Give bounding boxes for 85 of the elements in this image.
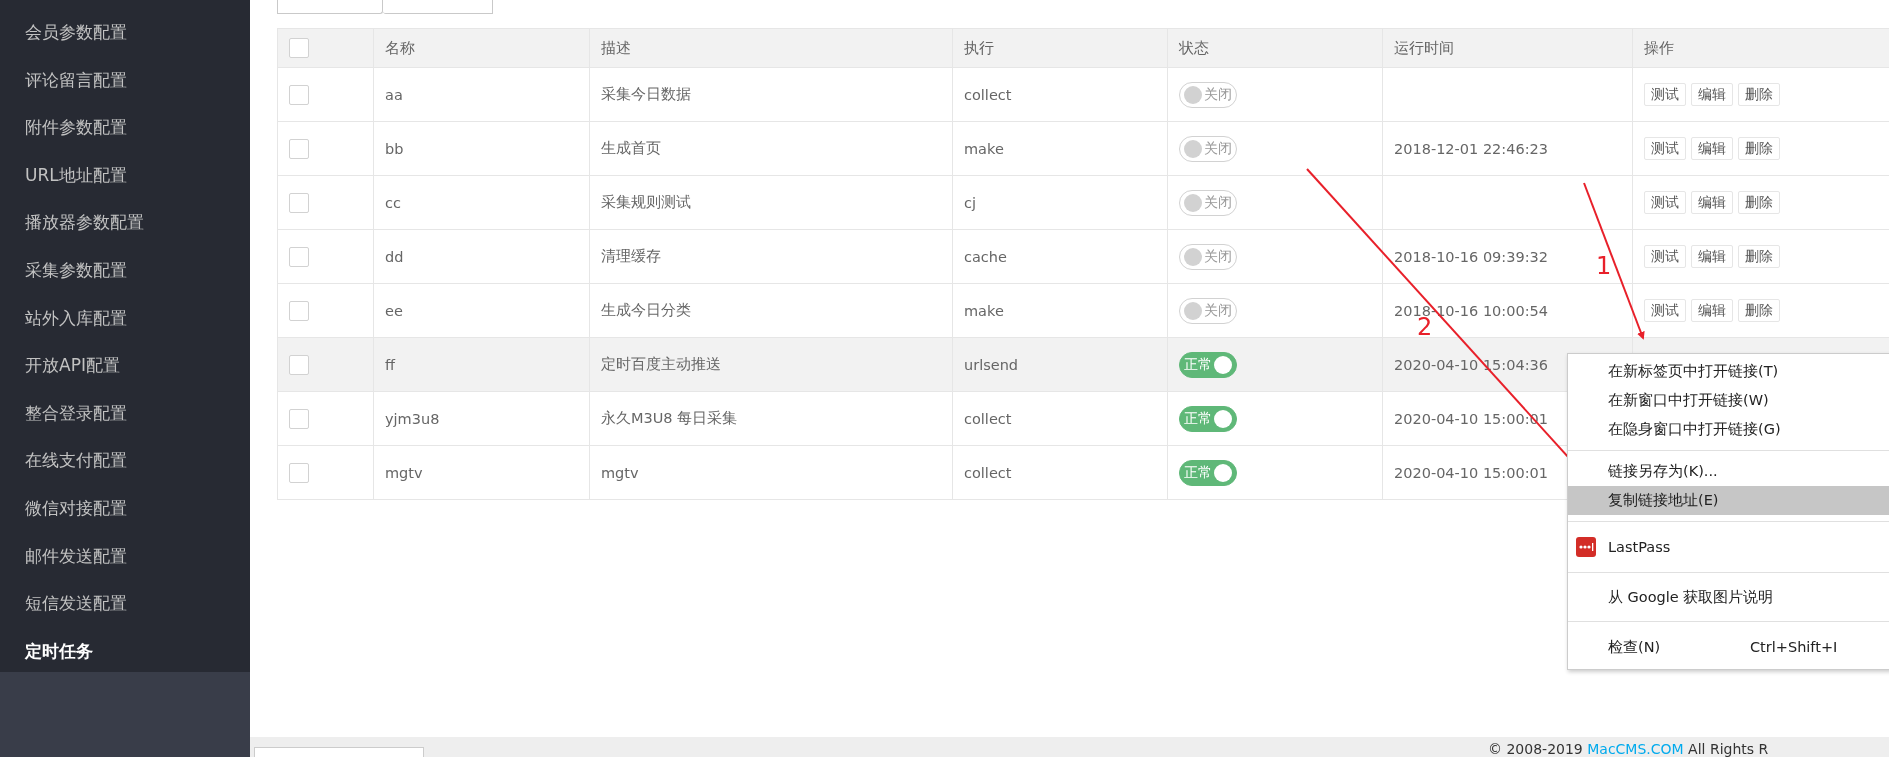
table-cell: mgtv xyxy=(601,464,639,481)
sidebar-item[interactable]: 采集参数配置 xyxy=(0,246,250,295)
menu-item[interactable]: 在新标签页中打开链接(T) xyxy=(1568,357,1889,386)
action-button[interactable]: 删除 xyxy=(1738,83,1780,106)
menu-item[interactable]: 检查(N) Ctrl+Shift+I xyxy=(1568,628,1889,666)
table-cell: 2018-12-01 22:46:23 xyxy=(1394,140,1548,157)
action-button[interactable]: 删除 xyxy=(1738,245,1780,268)
action-button[interactable]: 测试 xyxy=(1644,191,1686,214)
action-button[interactable]: 删除 xyxy=(1738,299,1780,322)
row-checkbox[interactable] xyxy=(289,462,309,483)
table-cell: 采集规则测试 xyxy=(601,193,691,212)
row-checkbox[interactable] xyxy=(289,246,309,267)
table-cell: cc xyxy=(385,194,401,211)
menu-item[interactable]: 链接另存为(K)... xyxy=(1568,457,1889,486)
action-button[interactable]: 测试 xyxy=(1644,83,1686,106)
table-cell: make xyxy=(964,302,1004,319)
sidebar-item[interactable]: 站外入库配置 xyxy=(0,294,250,343)
sidebar-item[interactable]: 开放API配置 xyxy=(0,342,250,390)
action-button[interactable]: 编辑 xyxy=(1691,137,1733,160)
sidebar-item[interactable]: 评论留言配置 xyxy=(0,56,250,105)
table-cell: bb xyxy=(385,140,404,157)
table-cell: ff xyxy=(385,356,395,373)
table-cell: 采集今日数据 xyxy=(601,85,691,104)
row-checkbox[interactable] xyxy=(289,138,309,159)
sidebar-item[interactable]: 定时任务 xyxy=(0,627,250,676)
action-button[interactable]: 测试 xyxy=(1644,299,1686,322)
row-checkbox[interactable] xyxy=(289,354,309,375)
sidebar-item[interactable]: 会员参数配置 xyxy=(0,9,250,57)
table-cell: 永久M3U8 每日采集 xyxy=(601,409,738,428)
sidebar-item[interactable]: 整合登录配置 xyxy=(0,389,250,438)
sidebar-item[interactable]: 邮件发送配置 xyxy=(0,532,250,581)
table-cell: 2020-04-10 15:00:01 xyxy=(1394,464,1548,481)
table-cell: 清理缓存 xyxy=(601,247,661,266)
action-button[interactable]: 删除 xyxy=(1738,191,1780,214)
column-header: 描述 xyxy=(601,38,631,58)
menu-item[interactable]: LastPass xyxy=(1568,528,1889,566)
table-cell: 2018-10-16 09:39:32 xyxy=(1394,248,1548,265)
table-cell: collect xyxy=(964,410,1012,427)
column-header: 状态 xyxy=(1179,38,1209,58)
action-button[interactable]: 编辑 xyxy=(1691,83,1733,106)
sidebar-item[interactable]: URL地址配置 xyxy=(0,151,250,200)
table-cell: collect xyxy=(964,464,1012,481)
table-cell: 生成首页 xyxy=(601,139,661,158)
table-cell: 生成今日分类 xyxy=(601,301,691,320)
sidebar-item[interactable]: 微信对接配置 xyxy=(0,484,250,533)
table-cell: urlsend xyxy=(964,356,1019,373)
annotation-number: 1 xyxy=(1596,252,1612,280)
menu-item[interactable]: 在隐身窗口中打开链接(G) xyxy=(1568,415,1889,444)
menu-item[interactable]: 复制链接地址(E) xyxy=(1568,486,1889,515)
column-header: 运行时间 xyxy=(1394,38,1454,58)
sidebar-item[interactable]: 在线支付配置 xyxy=(0,437,250,485)
sidebar-item[interactable]: 短信发送配置 xyxy=(0,580,250,628)
table-cell: yjm3u8 xyxy=(385,410,440,427)
action-button[interactable]: 测试 xyxy=(1644,245,1686,268)
table-cell: 2020-04-10 15:04:36 xyxy=(1394,356,1548,373)
column-header: 执行 xyxy=(964,38,994,58)
table-cell: 定时百度主动推送 xyxy=(601,355,721,374)
action-button[interactable]: 测试 xyxy=(1644,137,1686,160)
action-button[interactable]: 编辑 xyxy=(1691,191,1733,214)
row-checkbox[interactable] xyxy=(289,192,309,213)
table-cell: mgtv xyxy=(385,464,423,481)
table-cell: dd xyxy=(385,248,404,265)
row-checkbox[interactable] xyxy=(289,408,309,429)
menu-item[interactable]: 在新窗口中打开链接(W) xyxy=(1568,386,1889,415)
action-button[interactable]: 编辑 xyxy=(1691,299,1733,322)
table-cell: ee xyxy=(385,302,403,319)
copyright-text: © 2008-2019 MacCMS.COM All Rights R xyxy=(1488,741,1769,757)
toolbar-button[interactable] xyxy=(383,0,493,14)
table-cell: aa xyxy=(385,86,403,103)
sidebar-item[interactable]: 附件参数配置 xyxy=(0,104,250,152)
toolbar-button[interactable] xyxy=(277,0,383,14)
menu-item[interactable]: 从 Google 获取图片说明 xyxy=(1568,579,1889,615)
table-cell: cache xyxy=(964,248,1007,265)
table-cell: collect xyxy=(964,86,1012,103)
table-cell: make xyxy=(964,140,1004,157)
action-button[interactable]: 删除 xyxy=(1738,137,1780,160)
table-cell: cj xyxy=(964,194,976,211)
column-header: 名称 xyxy=(385,38,415,58)
sidebar-item[interactable]: 播放器参数配置 xyxy=(0,199,250,247)
lastpass-icon xyxy=(1576,537,1596,557)
select-all-checkbox[interactable] xyxy=(289,38,309,58)
column-header: 操作 xyxy=(1644,38,1674,58)
row-checkbox[interactable] xyxy=(289,84,309,105)
action-button[interactable]: 编辑 xyxy=(1691,245,1733,268)
row-checkbox[interactable] xyxy=(289,300,309,321)
